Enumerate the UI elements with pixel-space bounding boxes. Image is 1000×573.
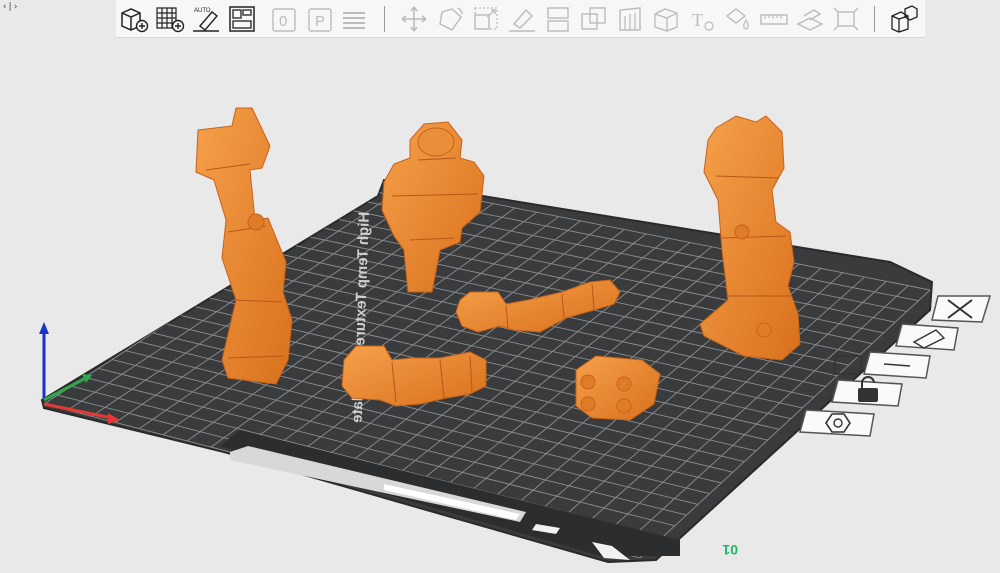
z-axis-arrow: [39, 322, 49, 334]
plate-number: 01: [722, 542, 738, 558]
plate-settings-button[interactable]: [799, 409, 875, 437]
lock-plate-button[interactable]: [831, 376, 903, 407]
3d-viewport[interactable]: High Temp Textured PEI Plate 01: [0, 0, 1000, 573]
build-plate[interactable]: High Temp Textured PEI Plate 01: [40, 178, 934, 564]
auto-orient-plate-button[interactable]: [895, 323, 959, 351]
delete-plate-button[interactable]: [931, 295, 992, 323]
